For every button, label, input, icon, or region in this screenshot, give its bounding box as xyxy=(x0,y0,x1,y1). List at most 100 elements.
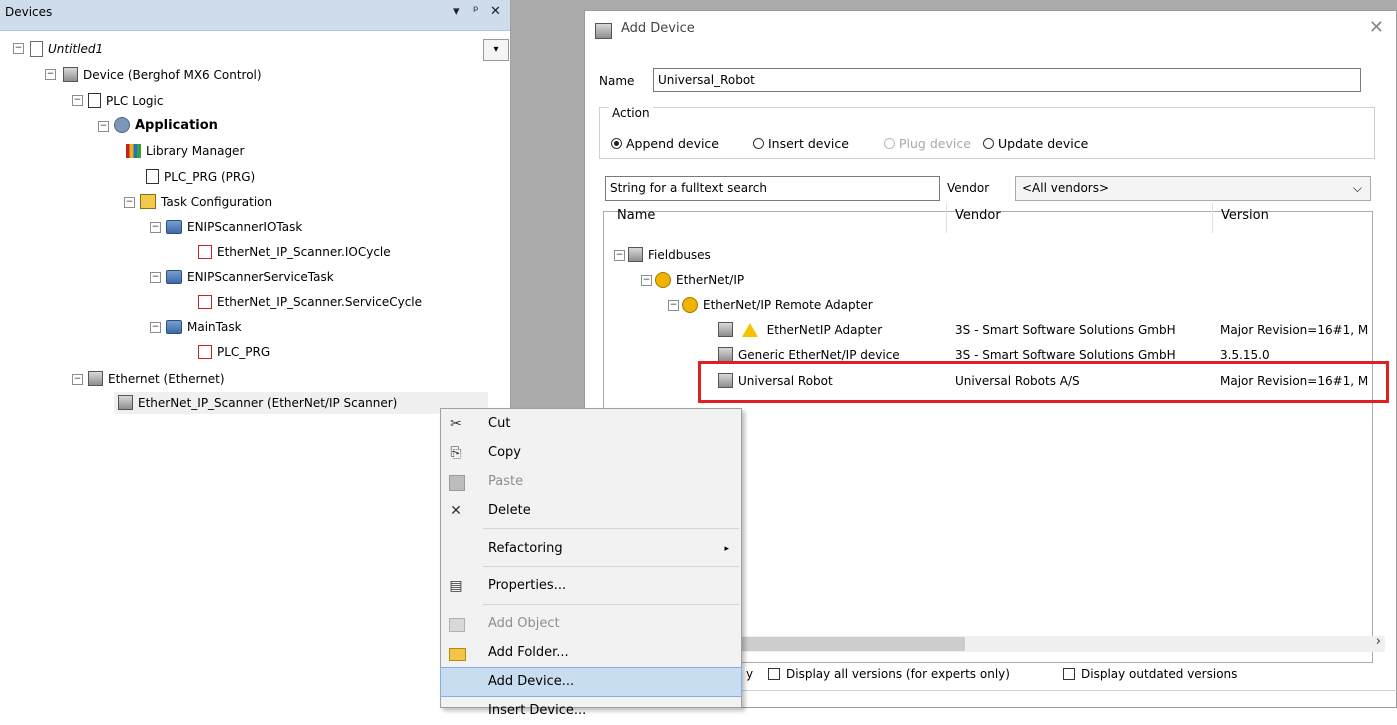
menu-item-add-folder[interactable]: Add Folder... xyxy=(441,639,741,667)
vendor-select-value: <All vendors> xyxy=(1022,181,1110,195)
plug-device-radio[interactable]: Plug device xyxy=(884,136,971,151)
tree-node-ethernet[interactable]: Ethernet (Ethernet) xyxy=(88,368,225,390)
menu-item-add-device[interactable]: Add Device... xyxy=(440,667,742,697)
insert-device-radio[interactable]: Insert device xyxy=(753,136,849,151)
append-device-radio[interactable]: Append device xyxy=(611,136,719,151)
tree-node-plc-logic[interactable]: PLC Logic xyxy=(88,90,163,112)
collapse-icon[interactable]: − xyxy=(124,197,135,208)
update-device-radio[interactable]: Update device xyxy=(983,136,1088,151)
collapse-icon[interactable]: − xyxy=(641,275,652,286)
collapse-icon[interactable]: − xyxy=(150,272,161,283)
close-panel-icon[interactable]: ✕ xyxy=(490,4,501,19)
close-icon[interactable]: ✕ xyxy=(1369,17,1384,38)
partial-option-label: y xyxy=(746,667,754,681)
menu-item-label: Refactoring xyxy=(488,541,563,556)
folder-icon xyxy=(449,648,466,661)
device-row-ethernet-ip[interactable]: EtherNet/IP xyxy=(655,268,744,292)
device-row-name: EtherNet/IP Remote Adapter xyxy=(703,298,873,312)
column-header-vendor[interactable]: Vendor xyxy=(955,208,1001,223)
collapse-icon[interactable]: − xyxy=(150,322,161,333)
menu-item-label: Add Object xyxy=(488,616,560,631)
backdrop-top xyxy=(584,0,1397,10)
device-row-enip-adapter[interactable]: EtherNetIP Adapter xyxy=(718,318,882,342)
tree-node-main-task[interactable]: MainTask xyxy=(166,316,242,338)
menu-item-copy[interactable]: ⎘ Copy xyxy=(441,439,741,467)
tree-node-label: Library Manager xyxy=(146,144,245,158)
tree-node-enip-service-task[interactable]: ENIPScannerServiceTask xyxy=(166,266,334,288)
plc-logic-icon xyxy=(88,93,101,108)
tree-dropdown-button[interactable]: ▾ xyxy=(483,39,509,61)
device-icon xyxy=(718,347,733,362)
chevron-right-icon[interactable]: › xyxy=(1376,634,1381,649)
device-icon xyxy=(63,67,78,82)
tree-node-project[interactable]: Untitled1 xyxy=(30,38,103,60)
clipboard-icon xyxy=(449,475,465,491)
checkbox-label: Display outdated versions xyxy=(1081,667,1238,681)
device-row-name: EtherNetIP Adapter xyxy=(766,323,883,337)
vendor-select[interactable]: <All vendors> ⌵ xyxy=(1015,176,1371,201)
display-all-versions-checkbox[interactable]: Display all versions (for experts only) xyxy=(768,667,1010,681)
tree-node-enip-scanner[interactable]: EtherNet_IP_Scanner (EtherNet/IP Scanner… xyxy=(114,392,488,414)
fulltext-search-input[interactable]: String for a fulltext search xyxy=(605,176,940,201)
menu-item-label: Cut xyxy=(488,416,511,431)
menu-item-properties[interactable]: ▤ Properties... xyxy=(441,572,741,600)
properties-icon: ▤ xyxy=(449,578,463,594)
collapse-icon[interactable]: − xyxy=(13,43,24,54)
task-icon xyxy=(166,219,182,234)
checkbox-label: Display all versions (for experts only) xyxy=(786,667,1010,681)
tree-node-main-plc-prg[interactable]: PLC_PRG xyxy=(198,341,270,363)
device-row-remote-adapter[interactable]: EtherNet/IP Remote Adapter xyxy=(682,293,873,317)
collapse-icon[interactable]: − xyxy=(72,374,83,385)
collapse-icon[interactable]: − xyxy=(45,69,56,80)
column-header-name[interactable]: Name xyxy=(617,208,655,223)
menu-item-label: Paste xyxy=(488,474,524,489)
dialog-title: Add Device xyxy=(621,21,695,36)
menu-item-delete[interactable]: ✕ Delete xyxy=(441,497,741,525)
tree-node-label: PLC Logic xyxy=(106,94,164,108)
tree-node-application[interactable]: Application xyxy=(114,115,218,137)
action-label: Action xyxy=(609,106,653,120)
tree-node-task-configuration[interactable]: Task Configuration xyxy=(140,191,272,213)
column-divider xyxy=(946,203,947,233)
collapse-icon[interactable]: − xyxy=(150,222,161,233)
column-header-version[interactable]: Version xyxy=(1221,208,1269,223)
menu-item-paste[interactable]: Paste xyxy=(441,468,741,496)
warning-icon xyxy=(741,322,758,337)
collapse-icon[interactable]: − xyxy=(614,250,625,261)
menu-item-refactoring[interactable]: Refactoring ▸ xyxy=(441,535,741,563)
display-outdated-versions-checkbox[interactable]: Display outdated versions xyxy=(1063,667,1237,681)
tree-node-device[interactable]: Device (Berghof MX6 Control) xyxy=(63,64,262,86)
tree-node-label: EtherNet_IP_Scanner.ServiceCycle xyxy=(217,295,423,309)
name-label: Name xyxy=(599,74,635,88)
tree-node-service-cycle[interactable]: EtherNet_IP_Scanner.ServiceCycle xyxy=(198,291,422,313)
library-manager-icon xyxy=(126,143,141,158)
collapse-icon[interactable]: − xyxy=(668,300,679,311)
collapse-icon[interactable]: − xyxy=(72,95,83,106)
tree-node-label: Application xyxy=(135,118,218,133)
delete-icon: ✕ xyxy=(450,503,462,519)
tree-node-label: Ethernet (Ethernet) xyxy=(108,372,225,386)
add-object-icon xyxy=(449,618,465,632)
tree-node-io-cycle[interactable]: EtherNet_IP_Scanner.IOCycle xyxy=(198,241,391,263)
tree-node-library-manager[interactable]: Library Manager xyxy=(126,140,244,162)
tree-node-plc-prg[interactable]: PLC_PRG (PRG) xyxy=(146,166,255,188)
dialog-device-icon xyxy=(595,23,612,39)
menu-item-insert-device[interactable]: Insert Device... xyxy=(441,697,741,725)
menu-item-cut[interactable]: ✂ Cut xyxy=(441,410,741,438)
tree-node-enip-io-task[interactable]: ENIPScannerIOTask xyxy=(166,216,302,238)
pin-icon[interactable]: ᵖ xyxy=(473,4,479,19)
device-row-version: Major Revision=16#1, M xyxy=(1220,323,1369,337)
panel-menu-icon[interactable]: ▾ xyxy=(453,4,460,19)
copy-icon: ⎘ xyxy=(450,445,462,461)
device-row-name: Generic EtherNet/IP device xyxy=(738,348,900,362)
device-icon xyxy=(628,247,643,262)
chevron-down-icon: ⌵ xyxy=(1352,181,1362,195)
device-icon xyxy=(718,322,733,337)
collapse-icon[interactable]: − xyxy=(98,121,109,132)
radio-label: Insert device xyxy=(768,136,849,151)
menu-item-add-object[interactable]: Add Object xyxy=(441,610,741,638)
device-row-fieldbuses[interactable]: Fieldbuses xyxy=(628,243,711,267)
tree-node-label: PLC_PRG (PRG) xyxy=(164,170,256,184)
tree-node-label: Untitled1 xyxy=(48,42,104,56)
name-input[interactable]: Universal_Robot xyxy=(653,68,1361,92)
